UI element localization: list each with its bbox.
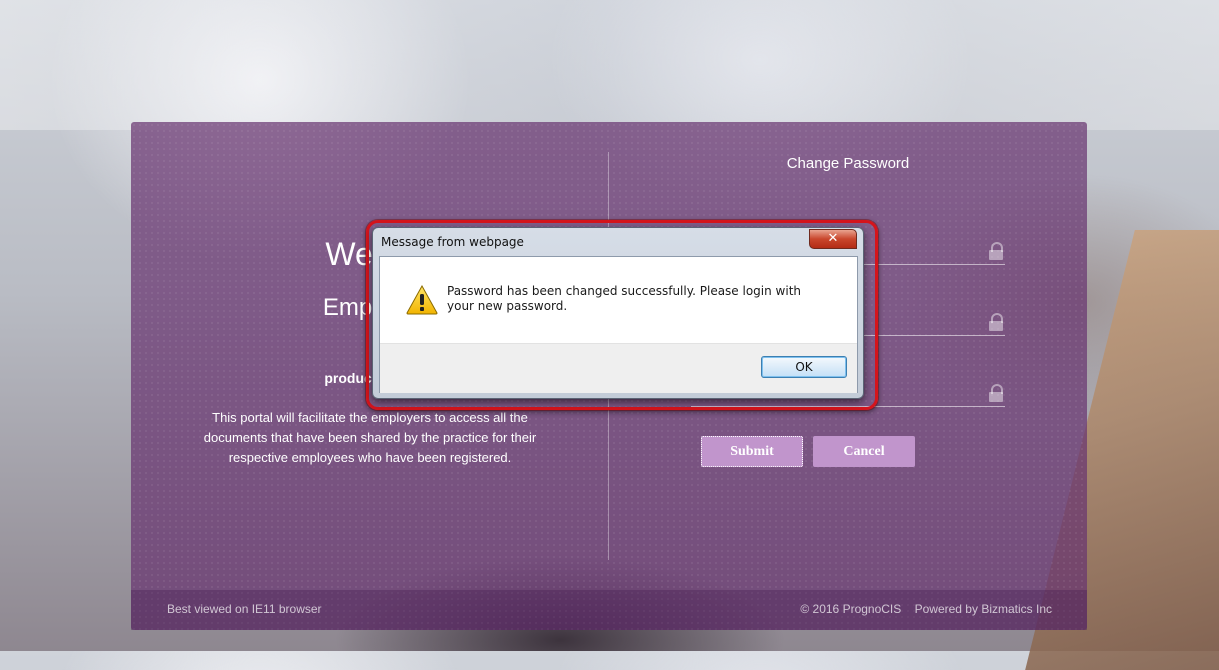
close-button[interactable]: ✕: [809, 229, 857, 249]
ok-button[interactable]: OK: [761, 356, 847, 378]
lock-icon: [989, 313, 1003, 331]
warning-icon: [406, 285, 438, 315]
close-icon: ✕: [827, 231, 839, 246]
browser-note: Best viewed on IE11 browser: [167, 602, 322, 616]
portal-description: This portal will facilitate the employer…: [203, 410, 537, 465]
copyright-text: © 2016 PrognoCIS: [800, 602, 902, 616]
change-password-title: Change Password: [786, 155, 910, 172]
message-dialog: Message from webpage ✕ Password has been…: [372, 227, 864, 399]
cancel-button[interactable]: Cancel: [813, 436, 915, 467]
footer: Best viewed on IE11 browser © 2016 Progn…: [131, 590, 1087, 630]
submit-button[interactable]: Submit: [701, 436, 803, 467]
dialog-message-area: Password has been changed successfully. …: [380, 257, 857, 343]
dialog-body: Password has been changed successfully. …: [379, 256, 858, 393]
footer-credits: © 2016 PrognoCIS Powered by Bizmatics In…: [790, 602, 1052, 616]
lock-icon: [989, 384, 1003, 402]
dialog-title: Message from webpage: [381, 235, 524, 249]
dialog-footer: OK: [380, 343, 857, 393]
powered-by-text: Powered by Bizmatics Inc: [914, 602, 1052, 616]
lock-icon: [989, 242, 1003, 260]
background-photo-top: [0, 0, 1219, 130]
dialog-message: Password has been changed successfully. …: [447, 284, 802, 313]
